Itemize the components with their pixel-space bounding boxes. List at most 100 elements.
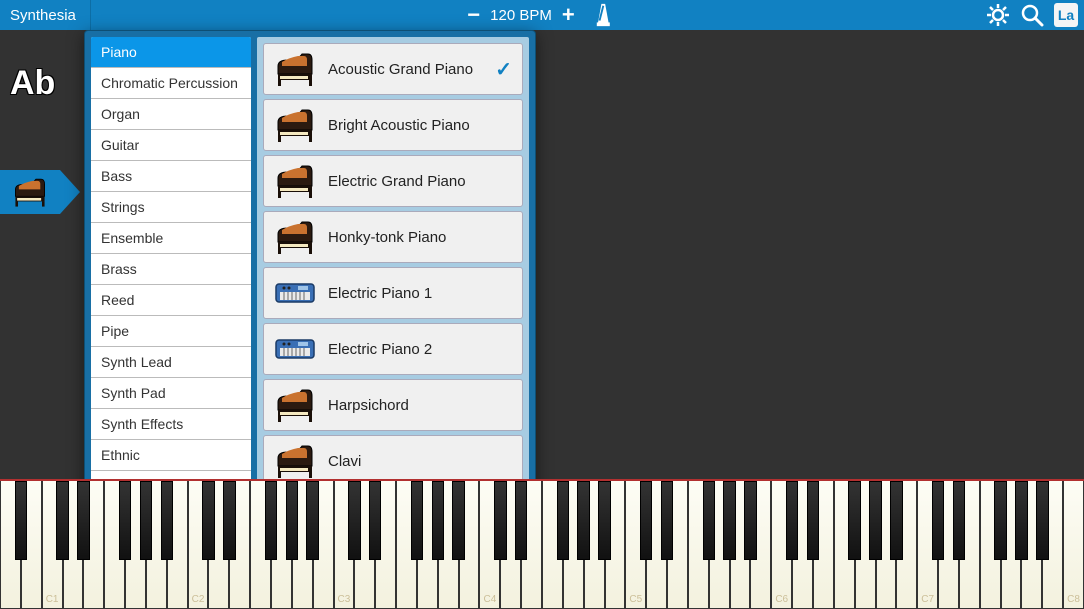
key-c-label: C2 (190, 594, 207, 605)
category-item[interactable]: Synth Pad (91, 378, 251, 409)
black-key[interactable] (953, 481, 966, 560)
black-key[interactable] (994, 481, 1007, 560)
piano-icon (274, 163, 316, 199)
instrument-label: Harpsichord (328, 397, 512, 414)
instrument-category-list: PianoChromatic PercussionOrganGuitarBass… (91, 37, 251, 503)
black-key[interactable] (411, 481, 424, 560)
instrument-picker-popup: PianoChromatic PercussionOrganGuitarBass… (84, 30, 536, 510)
black-key[interactable] (265, 481, 278, 560)
instrument-label: Electric Grand Piano (328, 173, 512, 190)
bpm-decrease-button[interactable]: − (467, 4, 480, 26)
toolbar-right: La (986, 3, 1078, 27)
stage: Ab PianoChromatic PercussionOrganGuitarB… (0, 30, 1084, 609)
instrument-item[interactable]: Harpsichord (263, 379, 523, 431)
black-key[interactable] (515, 481, 528, 560)
instrument-item[interactable]: Bright Acoustic Piano (263, 99, 523, 151)
black-key[interactable] (15, 481, 28, 560)
instrument-item[interactable]: Honky-tonk Piano (263, 211, 523, 263)
keyboard-icon (274, 275, 316, 311)
key-c-label: C8 (1065, 594, 1082, 605)
instrument-item[interactable]: Electric Piano 1 (263, 267, 523, 319)
key-c-label: C4 (481, 594, 498, 605)
black-key[interactable] (56, 481, 69, 560)
white-key[interactable] (1063, 481, 1084, 609)
piano-icon (274, 219, 316, 255)
key-c-label: C1 (44, 594, 61, 605)
category-item[interactable]: Brass (91, 254, 251, 285)
piano-icon (274, 51, 316, 87)
metronome-icon[interactable] (591, 2, 617, 28)
back-label: Synthesia (10, 7, 76, 24)
black-key[interactable] (119, 481, 132, 560)
category-item[interactable]: Ensemble (91, 223, 251, 254)
instrument-item[interactable]: Electric Piano 2 (263, 323, 523, 375)
category-item[interactable]: Reed (91, 285, 251, 316)
key-c-label: C5 (627, 594, 644, 605)
bpm-increase-button[interactable]: + (562, 4, 575, 26)
black-key[interactable] (807, 481, 820, 560)
bpm-value: 120 BPM (490, 7, 552, 24)
black-key[interactable] (932, 481, 945, 560)
category-item[interactable]: Chromatic Percussion (91, 68, 251, 99)
piano-icon (274, 107, 316, 143)
category-item[interactable]: Organ (91, 99, 251, 130)
instrument-item[interactable]: Acoustic Grand Piano ✓ (263, 43, 523, 95)
piano-icon (12, 177, 48, 207)
black-key[interactable] (223, 481, 236, 560)
key-c-label: C7 (919, 594, 936, 605)
instrument-label: Acoustic Grand Piano (328, 61, 483, 78)
black-key[interactable] (77, 481, 90, 560)
black-key[interactable] (161, 481, 174, 560)
black-key[interactable] (494, 481, 507, 560)
instrument-label: Electric Piano 2 (328, 341, 512, 358)
instrument-list: Acoustic Grand Piano ✓ Bright Acoustic Pia… (257, 37, 529, 503)
keyboard-icon (274, 331, 316, 367)
category-item[interactable]: Synth Lead (91, 347, 251, 378)
black-key[interactable] (848, 481, 861, 560)
settings-icon[interactable] (986, 3, 1010, 27)
black-key[interactable] (744, 481, 757, 560)
black-key[interactable] (348, 481, 361, 560)
instrument-label: Electric Piano 1 (328, 285, 512, 302)
category-item[interactable]: Bass (91, 161, 251, 192)
search-icon[interactable] (1020, 3, 1044, 27)
black-key[interactable] (703, 481, 716, 560)
category-item[interactable]: Strings (91, 192, 251, 223)
note-name-toggle[interactable]: La (1054, 3, 1078, 27)
black-key[interactable] (598, 481, 611, 560)
instrument-label: Clavi (328, 453, 512, 470)
black-key[interactable] (432, 481, 445, 560)
black-key[interactable] (577, 481, 590, 560)
category-item[interactable]: Piano (91, 37, 251, 68)
black-key[interactable] (140, 481, 153, 560)
category-item[interactable]: Synth Effects (91, 409, 251, 440)
black-key[interactable] (452, 481, 465, 560)
instrument-label: Honky-tonk Piano (328, 229, 512, 246)
category-item[interactable]: Ethnic (91, 440, 251, 471)
instrument-item[interactable]: Electric Grand Piano (263, 155, 523, 207)
black-key[interactable] (202, 481, 215, 560)
black-key[interactable] (786, 481, 799, 560)
key-c-label: C3 (336, 594, 353, 605)
black-key[interactable] (869, 481, 882, 560)
black-key[interactable] (557, 481, 570, 560)
black-key[interactable] (661, 481, 674, 560)
category-item[interactable]: Pipe (91, 316, 251, 347)
key-c-label: C6 (773, 594, 790, 605)
instrument-label: Bright Acoustic Piano (328, 117, 512, 134)
category-item[interactable]: Guitar (91, 130, 251, 161)
top-bar: Synthesia − 120 BPM + La (0, 0, 1084, 30)
black-key[interactable] (1036, 481, 1049, 560)
black-key[interactable] (1015, 481, 1028, 560)
black-key[interactable] (286, 481, 299, 560)
back-button[interactable]: Synthesia (0, 0, 91, 30)
key-signature-label: Ab (10, 64, 55, 103)
black-key[interactable] (723, 481, 736, 560)
black-key[interactable] (890, 481, 903, 560)
check-icon: ✓ (495, 57, 512, 82)
keyboard: C1 C2 C3 C4 C5 C6 C7 C8 (0, 479, 1084, 609)
black-key[interactable] (640, 481, 653, 560)
black-key[interactable] (369, 481, 382, 560)
black-key[interactable] (306, 481, 319, 560)
track-instrument-tab[interactable] (0, 170, 80, 214)
